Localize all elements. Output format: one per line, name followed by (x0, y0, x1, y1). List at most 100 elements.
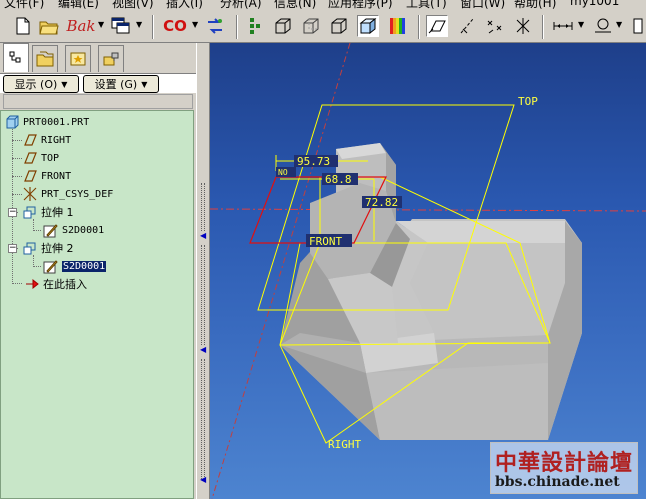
tree-item-sketch-1[interactable]: S2D0001 (43, 221, 104, 239)
shaded-cube-icon (359, 17, 377, 35)
mass-properties-button[interactable] (592, 15, 614, 37)
more-tools-button[interactable] (630, 15, 646, 37)
view-wireframe-button[interactable] (272, 15, 294, 37)
dimension-95-73[interactable]: 95.73 (297, 155, 330, 168)
regenerate-button[interactable]: CO (160, 15, 190, 37)
coordinate-systems-toggle-button[interactable] (512, 15, 534, 37)
tree-connector (12, 158, 22, 159)
extrude-icon (23, 206, 36, 219)
datum-plane-icon (24, 152, 37, 164)
main-toolbar: Bak ▼ ▼ CO ▼ ▼ ▼ (0, 9, 646, 43)
tree-item-right-plane[interactable]: RIGHT (23, 131, 71, 149)
sketch-icon (43, 223, 58, 237)
graphics-window[interactable]: TOP RIGHT FRONT 95.73 68.8 NO 72.82 (210, 43, 646, 499)
mass-properties-icon (595, 18, 611, 33)
tree-item-part[interactable]: PRT0001.PRT (5, 113, 89, 131)
menu-help[interactable]: 帮助(H) (514, 0, 556, 9)
toolbar-separator (236, 15, 238, 39)
backup-dropdown-arrow[interactable]: ▼ (98, 20, 104, 29)
window-button[interactable] (110, 15, 132, 37)
menu-bar: 文件(F) 编辑(E) 视图(V) 插入(I) 分析(A) 信息(N) 应用程序… (0, 0, 646, 9)
menu-view[interactable]: 视图(V) (112, 0, 154, 9)
view-no-hidden-button[interactable] (328, 15, 350, 37)
view-hidden-line-button[interactable] (300, 15, 322, 37)
panel-splitter[interactable]: ◀ ◀ ◀ (196, 43, 210, 499)
tree-header-strip (3, 94, 193, 109)
tree-item-label: RIGHT (41, 134, 72, 146)
collapse-arrow-icon[interactable]: ◀ (200, 345, 206, 354)
window-dropdown-arrow[interactable]: ▼ (136, 20, 142, 29)
regen-manager-button[interactable] (204, 15, 226, 37)
collapse-arrow-icon[interactable]: ◀ (200, 231, 206, 240)
model-tree-toggle-button[interactable] (244, 15, 266, 37)
show-menu-button[interactable]: 显示 (O) ▼ (3, 75, 79, 93)
datum-planes-toggle-button[interactable] (426, 15, 448, 37)
appearance-button[interactable] (387, 15, 409, 37)
measure-distance-button[interactable] (552, 15, 574, 37)
dimension-72-82[interactable]: 72.82 (365, 196, 398, 209)
hidden-line-cube-icon (303, 18, 319, 34)
collapse-arrow-icon[interactable]: ◀ (200, 475, 206, 484)
menu-insert[interactable]: 插入(I) (166, 0, 203, 9)
regenerate-label: CO (163, 17, 187, 35)
mass-dropdown-arrow[interactable]: ▼ (616, 20, 622, 29)
measure-dropdown-arrow[interactable]: ▼ (578, 20, 584, 29)
tree-item-front-plane[interactable]: FRONT (23, 167, 71, 185)
menu-edit[interactable]: 编辑(E) (58, 0, 99, 9)
tree-item-insert-here[interactable]: 在此插入 (25, 275, 87, 293)
tree-item-extrude-1[interactable]: 拉伸 1 (23, 203, 74, 221)
menu-file[interactable]: 文件(F) (4, 0, 44, 9)
tree-item-top-plane[interactable]: TOP (23, 149, 59, 167)
navigator-panel: 显示 (O) ▼ 设置 (G) ▼ PRT0001.PRT RIGHT TOP … (0, 43, 196, 499)
open-file-button[interactable] (38, 15, 60, 37)
tab-favorites[interactable] (65, 45, 91, 72)
tree-item-extrude-2[interactable]: 拉伸 2 (23, 239, 74, 257)
toolbar-separator (418, 15, 420, 39)
block-top-face (396, 221, 582, 243)
tree-item-sketch-2[interactable]: S2D0001 (43, 257, 107, 275)
color-palette-icon (390, 18, 405, 34)
sketch-icon (43, 259, 58, 273)
menu-tools[interactable]: 工具(T) (406, 0, 447, 9)
settings-menu-button[interactable]: 设置 (G) ▼ (83, 75, 159, 93)
dimension-68-8[interactable]: 68.8 (325, 173, 352, 186)
menu-analysis[interactable]: 分析(A) (220, 0, 262, 9)
datum-point-icon (487, 20, 502, 34)
menu-window[interactable]: 窗口(W) (460, 0, 505, 9)
new-file-button[interactable] (12, 15, 34, 37)
navigator-tabs (0, 43, 196, 73)
show-menu-label: 显示 (O) (14, 78, 58, 91)
view-shading-button[interactable] (357, 15, 379, 37)
expand-toggle-icon[interactable]: − (8, 208, 17, 217)
tree-item-label: 拉伸 2 (41, 242, 74, 255)
backup-button[interactable]: Bak (66, 15, 96, 37)
favorites-star-icon (70, 52, 86, 66)
tree-item-label: TOP (41, 152, 60, 164)
menu-info[interactable]: 信息(N) (274, 0, 316, 9)
lower-front-face (366, 363, 548, 440)
model-scene: TOP RIGHT FRONT 95.73 68.8 NO 72.82 (210, 43, 646, 499)
datum-plane-icon (24, 134, 37, 146)
tab-model-tree[interactable] (3, 43, 29, 72)
splitter-grip (201, 183, 205, 231)
tree-item-csys[interactable]: PRT_CSYS_DEF (23, 185, 113, 203)
tree-connector (33, 230, 41, 231)
tree-item-label: 在此插入 (43, 278, 87, 291)
splitter-grip (201, 245, 205, 345)
measure-icon (553, 22, 573, 30)
tab-connections[interactable] (98, 45, 124, 72)
open-folder-icon (39, 21, 59, 35)
tab-folder-browser[interactable] (32, 45, 58, 72)
expand-toggle-icon[interactable]: − (8, 244, 17, 253)
tree-item-label: S2D0001 (62, 224, 105, 236)
watermark-title: 中華設計論壇 (495, 450, 634, 476)
datum-points-toggle-button[interactable] (484, 15, 506, 37)
tree-structure-icon (250, 18, 260, 34)
datum-axes-toggle-button[interactable] (456, 15, 478, 37)
datum-axis-icon (460, 18, 474, 34)
tree-connector (33, 266, 41, 267)
datum-label-top: TOP (518, 95, 538, 108)
tree-connector (12, 194, 22, 195)
regenerate-dropdown-arrow[interactable]: ▼ (192, 20, 198, 29)
menu-applications[interactable]: 应用程序(P) (328, 0, 393, 9)
